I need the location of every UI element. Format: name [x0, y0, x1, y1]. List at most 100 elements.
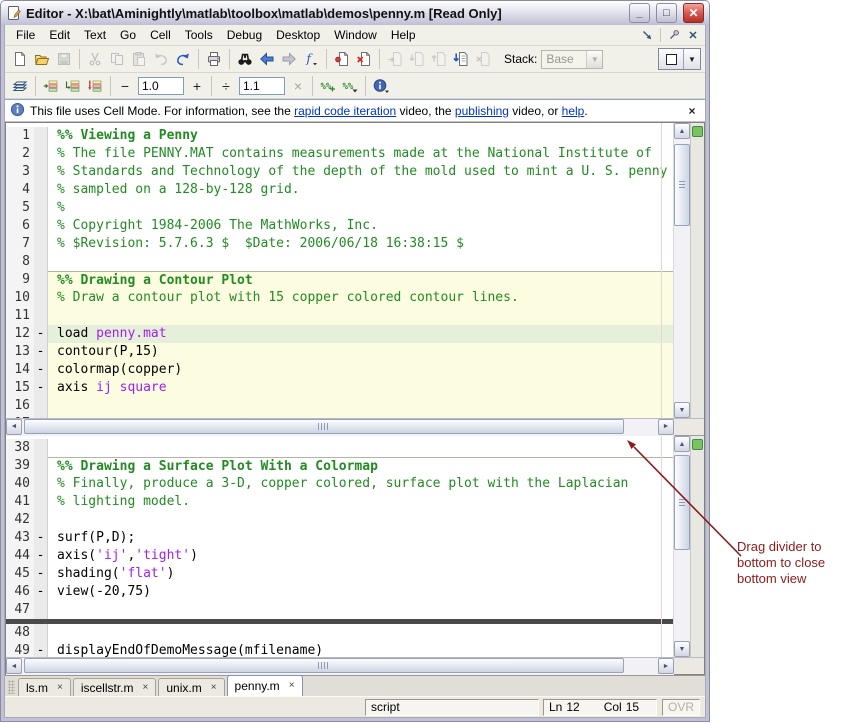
breakpoint-margin[interactable] — [34, 127, 48, 145]
open-file-button[interactable] — [31, 48, 53, 70]
breakpoint-margin[interactable] — [34, 415, 48, 418]
close-document-icon[interactable]: ✕ — [685, 27, 701, 43]
function-browser-button[interactable]: f — [300, 48, 322, 70]
code-line-41[interactable]: 41% lighting model. — [6, 493, 673, 511]
breakpoint-margin[interactable]: - — [34, 325, 48, 343]
code-line-7[interactable]: 7% $Revision: 5.7.6.3 $ $Date: 2006/06/1… — [6, 235, 673, 253]
breakpoint-margin[interactable] — [34, 457, 48, 475]
tab-ls.m[interactable]: ls.m× — [18, 678, 71, 696]
code-line-15[interactable]: 15-axis ij square — [6, 379, 673, 397]
breakpoint-margin[interactable] — [34, 397, 48, 415]
maximize-button[interactable]: □ — [656, 3, 677, 23]
breakpoint-margin[interactable] — [34, 439, 48, 457]
dock-icon[interactable] — [639, 27, 655, 43]
editor-pane-top[interactable]: 1%% Viewing a Penny2% The file PENNY.MAT… — [6, 123, 704, 418]
code-line-6[interactable]: 6% Copyright 1984-2006 The MathWorks, In… — [6, 217, 673, 235]
breakpoint-margin[interactable]: - — [34, 343, 48, 361]
new-file-button[interactable] — [9, 48, 31, 70]
breakpoint-margin[interactable]: - — [34, 379, 48, 397]
title-bar[interactable]: Editor - X:\bat\Aminightly\matlab\toolbo… — [1, 1, 709, 25]
redo-button[interactable] — [172, 48, 194, 70]
tab-close-icon[interactable]: × — [211, 683, 217, 693]
breakpoint-margin[interactable] — [34, 253, 48, 271]
tab-close-icon[interactable]: × — [57, 683, 63, 693]
tab-close-icon[interactable]: × — [289, 681, 295, 691]
tab-iscellstr.m[interactable]: iscellstr.m× — [73, 678, 157, 696]
breakpoint-margin[interactable] — [34, 307, 48, 325]
toggle-breakpoint-button[interactable] — [331, 48, 353, 70]
breakpoint-margin[interactable] — [34, 145, 48, 163]
vertical-scrollbar-bottom[interactable]: ▲ ▼ — [673, 436, 690, 657]
breakpoint-margin[interactable] — [34, 199, 48, 217]
scroll-down-icon[interactable]: ▼ — [674, 402, 690, 418]
code-line-3[interactable]: 3% Standards and Technology of the depth… — [6, 163, 673, 181]
code-line-42[interactable]: 42 — [6, 511, 673, 529]
code-line-12[interactable]: 12-load penny.mat — [6, 325, 673, 343]
breakpoint-margin[interactable] — [34, 289, 48, 307]
code-line-17[interactable]: 17 — [6, 415, 673, 418]
menu-item-edit[interactable]: Edit — [42, 26, 77, 44]
breakpoint-margin[interactable] — [34, 493, 48, 511]
scroll-thumb[interactable] — [24, 419, 624, 434]
scroll-up-icon[interactable]: ▲ — [674, 436, 690, 452]
code-line-14[interactable]: 14-colormap(copper) — [6, 361, 673, 379]
increment-value-button[interactable]: + — [187, 76, 207, 96]
menu-item-help[interactable]: Help — [384, 26, 423, 44]
minimize-button[interactable]: _ — [629, 3, 650, 23]
insert-cell-below-button[interactable] — [84, 75, 106, 97]
breakpoint-margin[interactable] — [34, 601, 48, 619]
code-line-10[interactable]: 10% Draw a contour plot with 15 copper c… — [6, 289, 673, 307]
breakpoint-margin[interactable]: - — [34, 529, 48, 547]
evaluate-cell-button[interactable]: %% — [317, 75, 339, 97]
no-errors-indicator[interactable] — [692, 439, 703, 450]
close-button[interactable]: ✕ — [683, 3, 704, 23]
window-layout-button[interactable]: ▼ — [658, 48, 701, 70]
divide-value-button[interactable]: ÷ — [216, 76, 236, 96]
scroll-right-icon[interactable]: ► — [658, 419, 674, 435]
breakpoint-margin[interactable]: - — [34, 583, 48, 601]
multiply-divide-amount-field[interactable] — [239, 77, 285, 95]
breakpoint-margin[interactable] — [34, 271, 48, 289]
scroll-track[interactable] — [674, 139, 690, 402]
code-line-48[interactable]: 48 — [6, 624, 673, 642]
horizontal-scrollbar-top[interactable]: ◄ ► — [6, 419, 674, 436]
code-line-46[interactable]: 46-view(-20,75) — [6, 583, 673, 601]
menu-item-debug[interactable]: Debug — [220, 26, 269, 44]
breakpoint-margin[interactable]: - — [34, 361, 48, 379]
vertical-scrollbar-top[interactable]: ▲ ▼ — [673, 123, 690, 418]
insert-cell-divider-button[interactable] — [40, 75, 62, 97]
breakpoint-margin[interactable] — [34, 475, 48, 493]
run-button[interactable] — [450, 48, 472, 70]
add-subtract-amount-field[interactable] — [138, 77, 184, 95]
split-divider[interactable]: ◄ ► — [6, 418, 704, 436]
breakpoint-margin[interactable]: - — [34, 642, 48, 657]
print-button[interactable] — [203, 48, 225, 70]
scroll-left-icon[interactable]: ◄ — [6, 658, 22, 674]
tab-unix.m[interactable]: unix.m× — [158, 678, 224, 696]
code-line-16[interactable]: 16 — [6, 397, 673, 415]
breakpoint-margin[interactable] — [34, 181, 48, 199]
scroll-left-icon[interactable]: ◄ — [6, 419, 22, 435]
scroll-track[interactable] — [22, 658, 658, 675]
menu-item-cell[interactable]: Cell — [143, 26, 178, 44]
code-line-40[interactable]: 40% Finally, produce a 3-D, copper color… — [6, 475, 673, 493]
tab-penny.m[interactable]: penny.m× — [227, 675, 303, 696]
cell-mode-help-button[interactable] — [370, 75, 392, 97]
tab-close-icon[interactable]: × — [143, 683, 149, 693]
scroll-down-icon[interactable]: ▼ — [674, 641, 690, 657]
evaluate-cell-and-advance-button[interactable]: %% — [339, 75, 361, 97]
info-link-publishing[interactable]: publishing — [455, 104, 509, 118]
menu-item-text[interactable]: Text — [77, 26, 113, 44]
breakpoint-margin[interactable] — [34, 235, 48, 253]
go-back-button[interactable] — [256, 48, 278, 70]
menu-item-window[interactable]: Window — [327, 26, 384, 44]
code-line-4[interactable]: 4% sampled on a 128-by-128 grid. — [6, 181, 673, 199]
menu-item-go[interactable]: Go — [113, 26, 143, 44]
breakpoint-margin[interactable] — [34, 163, 48, 181]
tab-bar-grip[interactable] — [8, 680, 15, 694]
breakpoint-margin[interactable] — [34, 511, 48, 529]
code-line-8[interactable]: 8 — [6, 253, 673, 271]
find-button[interactable] — [234, 48, 256, 70]
menu-item-desktop[interactable]: Desktop — [269, 26, 327, 44]
code-line-38[interactable]: 38 — [6, 439, 673, 457]
